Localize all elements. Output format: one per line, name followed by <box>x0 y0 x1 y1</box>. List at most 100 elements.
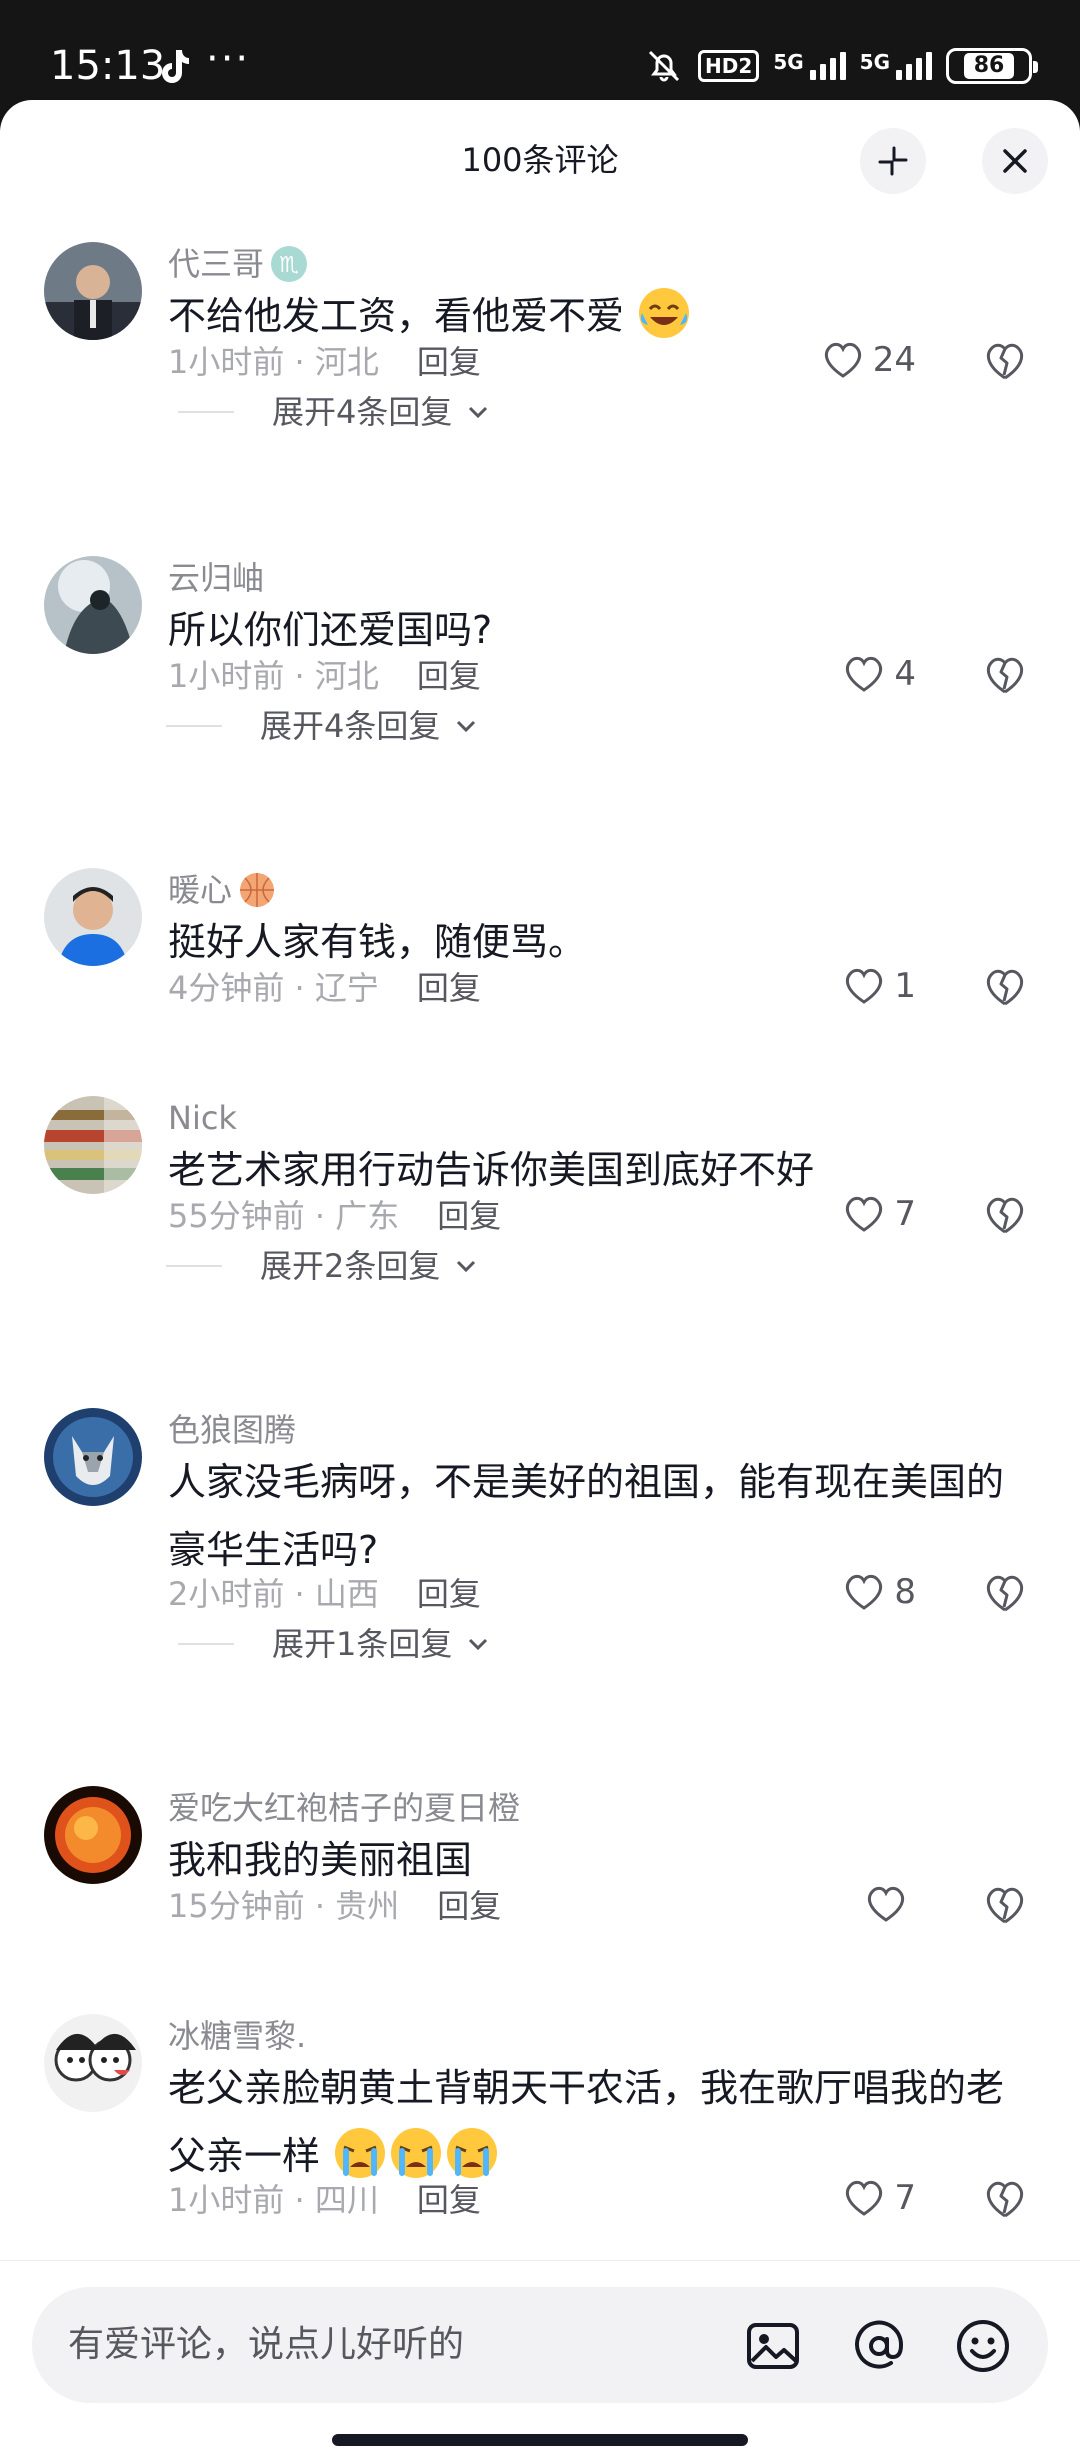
comment-meta: 1小时前 · 四川 回复 <box>168 2181 481 2219</box>
broken-heart-icon[interactable] <box>982 1192 1028 1238</box>
comment-time: 1小时前 <box>168 343 285 381</box>
network-type: 5G <box>773 50 804 74</box>
like-button[interactable]: 8 <box>842 1570 916 1614</box>
comment-input-placeholder: 有爱评论，说点儿好听的 <box>68 2324 465 2365</box>
close-icon <box>1003 149 1027 173</box>
comment-author[interactable]: 爱吃大红袍桔子的夏日橙 <box>168 1788 520 1828</box>
comment-author[interactable]: 色狼图腾 <box>168 1410 296 1450</box>
comment-time: 1小时前 <box>168 2181 285 2219</box>
expand-replies-label: 展开4条回复 <box>272 393 453 431</box>
hd-voice-badge: HD2 <box>698 50 760 82</box>
reply-button[interactable]: 回复 <box>437 1887 501 1925</box>
comment-input[interactable]: 有爱评论，说点儿好听的 <box>32 2287 1048 2403</box>
like-button[interactable] <box>864 1882 916 1926</box>
avatar[interactable] <box>44 242 142 340</box>
network-type: 5G <box>859 50 890 74</box>
bell-muted-icon <box>648 50 680 82</box>
comment-author[interactable]: Nick <box>168 1098 237 1138</box>
reply-button[interactable]: 回复 <box>417 2181 481 2219</box>
emoji-icon[interactable] <box>954 2317 1012 2375</box>
comment-text-content: 我和我的美丽祖国 <box>168 1838 473 1882</box>
expand-replies-button[interactable]: 展开4条回复 <box>178 392 492 432</box>
reply-button[interactable]: 回复 <box>437 1197 501 1235</box>
comment-meta: 55分钟前 · 广东 回复 <box>168 1197 502 1235</box>
collapse-button[interactable] <box>860 128 926 194</box>
comment-time: 4分钟前 <box>168 969 285 1007</box>
avatar[interactable] <box>44 1096 142 1194</box>
comment-text: 老父亲脸朝黄土背朝天干农活，我在歌厅唱我的老父亲一样 <box>168 2054 1036 2190</box>
like-count: 8 <box>894 1572 916 1612</box>
broken-heart-icon[interactable] <box>982 652 1028 698</box>
comment-author-name: 爱吃大红袍桔子的夏日橙 <box>168 1789 521 1827</box>
avatar[interactable] <box>44 1408 142 1506</box>
chevron-down-icon <box>469 406 488 419</box>
like-button[interactable]: 7 <box>842 2176 916 2220</box>
comment-author-name: Nick <box>168 1099 237 1137</box>
avatar[interactable] <box>44 2014 142 2112</box>
comment-time: 1小时前 <box>168 657 285 695</box>
reply-button[interactable]: 回复 <box>417 969 481 1007</box>
comment-text-content: 所以你们还爱国吗? <box>168 608 493 652</box>
broken-heart-icon[interactable] <box>982 1570 1028 1616</box>
chevron-down-icon <box>469 1638 488 1651</box>
svg-text:♏: ♏ <box>279 253 299 278</box>
expand-replies-button[interactable]: 展开4条回复 <box>166 706 480 746</box>
comment-location: 河北 <box>314 343 379 381</box>
comment-location: 河北 <box>314 657 379 695</box>
crying-emoji <box>335 2128 386 2178</box>
heart-icon <box>846 656 883 692</box>
expand-replies-button[interactable]: 展开2条回复 <box>166 1246 480 1286</box>
like-count: 1 <box>894 966 916 1006</box>
status-more-dots: ··· <box>206 36 251 82</box>
status-bar: 15:13 ··· HD2 5G 5G 86 <box>0 0 1080 100</box>
comment-location: 贵州 <box>335 1887 400 1925</box>
comment-author[interactable]: 暖心 <box>168 870 276 910</box>
reply-button[interactable]: 回复 <box>417 343 481 381</box>
broken-heart-icon[interactable] <box>982 338 1028 384</box>
comment-text-content: 人家没毛病呀，不是美好的祖国，能有现在美国的豪华生活吗? <box>168 1460 1005 1572</box>
comment-location: 四川 <box>314 2181 379 2219</box>
home-indicator[interactable] <box>332 2434 748 2446</box>
broken-heart-icon[interactable] <box>982 2176 1028 2222</box>
reply-button[interactable]: 回复 <box>417 657 481 695</box>
laughing-crying-emoji <box>639 288 690 338</box>
like-button[interactable]: 4 <box>842 652 916 696</box>
close-button[interactable] <box>982 128 1048 194</box>
avatar[interactable] <box>44 1786 142 1884</box>
comment-location: 广东 <box>335 1197 400 1235</box>
comment-time: 2小时前 <box>168 1575 285 1613</box>
reply-button[interactable]: 回复 <box>417 1575 481 1613</box>
like-count: 4 <box>894 654 916 694</box>
comment-input-bar: 有爱评论，说点儿好听的 <box>0 2260 1080 2460</box>
chevron-down-icon <box>457 1260 476 1273</box>
comment-meta: 15分钟前 · 贵州 回复 <box>168 1887 502 1925</box>
like-button[interactable]: 7 <box>842 1192 916 1236</box>
avatar[interactable] <box>44 868 142 966</box>
comment-author[interactable]: 冰糖雪黎. <box>168 2016 306 2056</box>
like-button[interactable]: 1 <box>842 964 916 1008</box>
like-button[interactable]: 24 <box>821 338 916 382</box>
comment-author-name: 云归岫 <box>168 559 265 597</box>
like-count: 24 <box>872 340 916 380</box>
broken-heart-icon[interactable] <box>982 1882 1028 1928</box>
comment-location: 山西 <box>314 1575 379 1613</box>
comment-author[interactable]: 云归岫 <box>168 558 264 598</box>
signal-1: 5G <box>773 50 846 80</box>
battery-level: 86 <box>963 53 1015 79</box>
collapse-icon <box>878 146 908 176</box>
signal-2: 5G <box>860 52 932 80</box>
comment-text: 人家没毛病呀，不是美好的祖国，能有现在美国的豪华生活吗? <box>168 1448 1036 1584</box>
at-icon[interactable] <box>850 2317 908 2375</box>
broken-heart-icon[interactable] <box>982 964 1028 1010</box>
divider-line <box>166 1265 222 1267</box>
expand-replies-label: 展开1条回复 <box>272 1625 453 1663</box>
expand-replies-label: 展开4条回复 <box>260 707 441 745</box>
comment-location: 辽宁 <box>314 969 379 1007</box>
avatar[interactable] <box>44 556 142 654</box>
divider-line <box>178 411 234 413</box>
comment-author[interactable]: 代三哥 ♏ <box>168 244 308 284</box>
image-icon[interactable] <box>744 2317 802 2375</box>
like-count: 7 <box>894 2178 916 2218</box>
expand-replies-button[interactable]: 展开1条回复 <box>178 1624 492 1664</box>
comment-text-content: 不给他发工资，看他爱不爱 <box>168 294 625 338</box>
